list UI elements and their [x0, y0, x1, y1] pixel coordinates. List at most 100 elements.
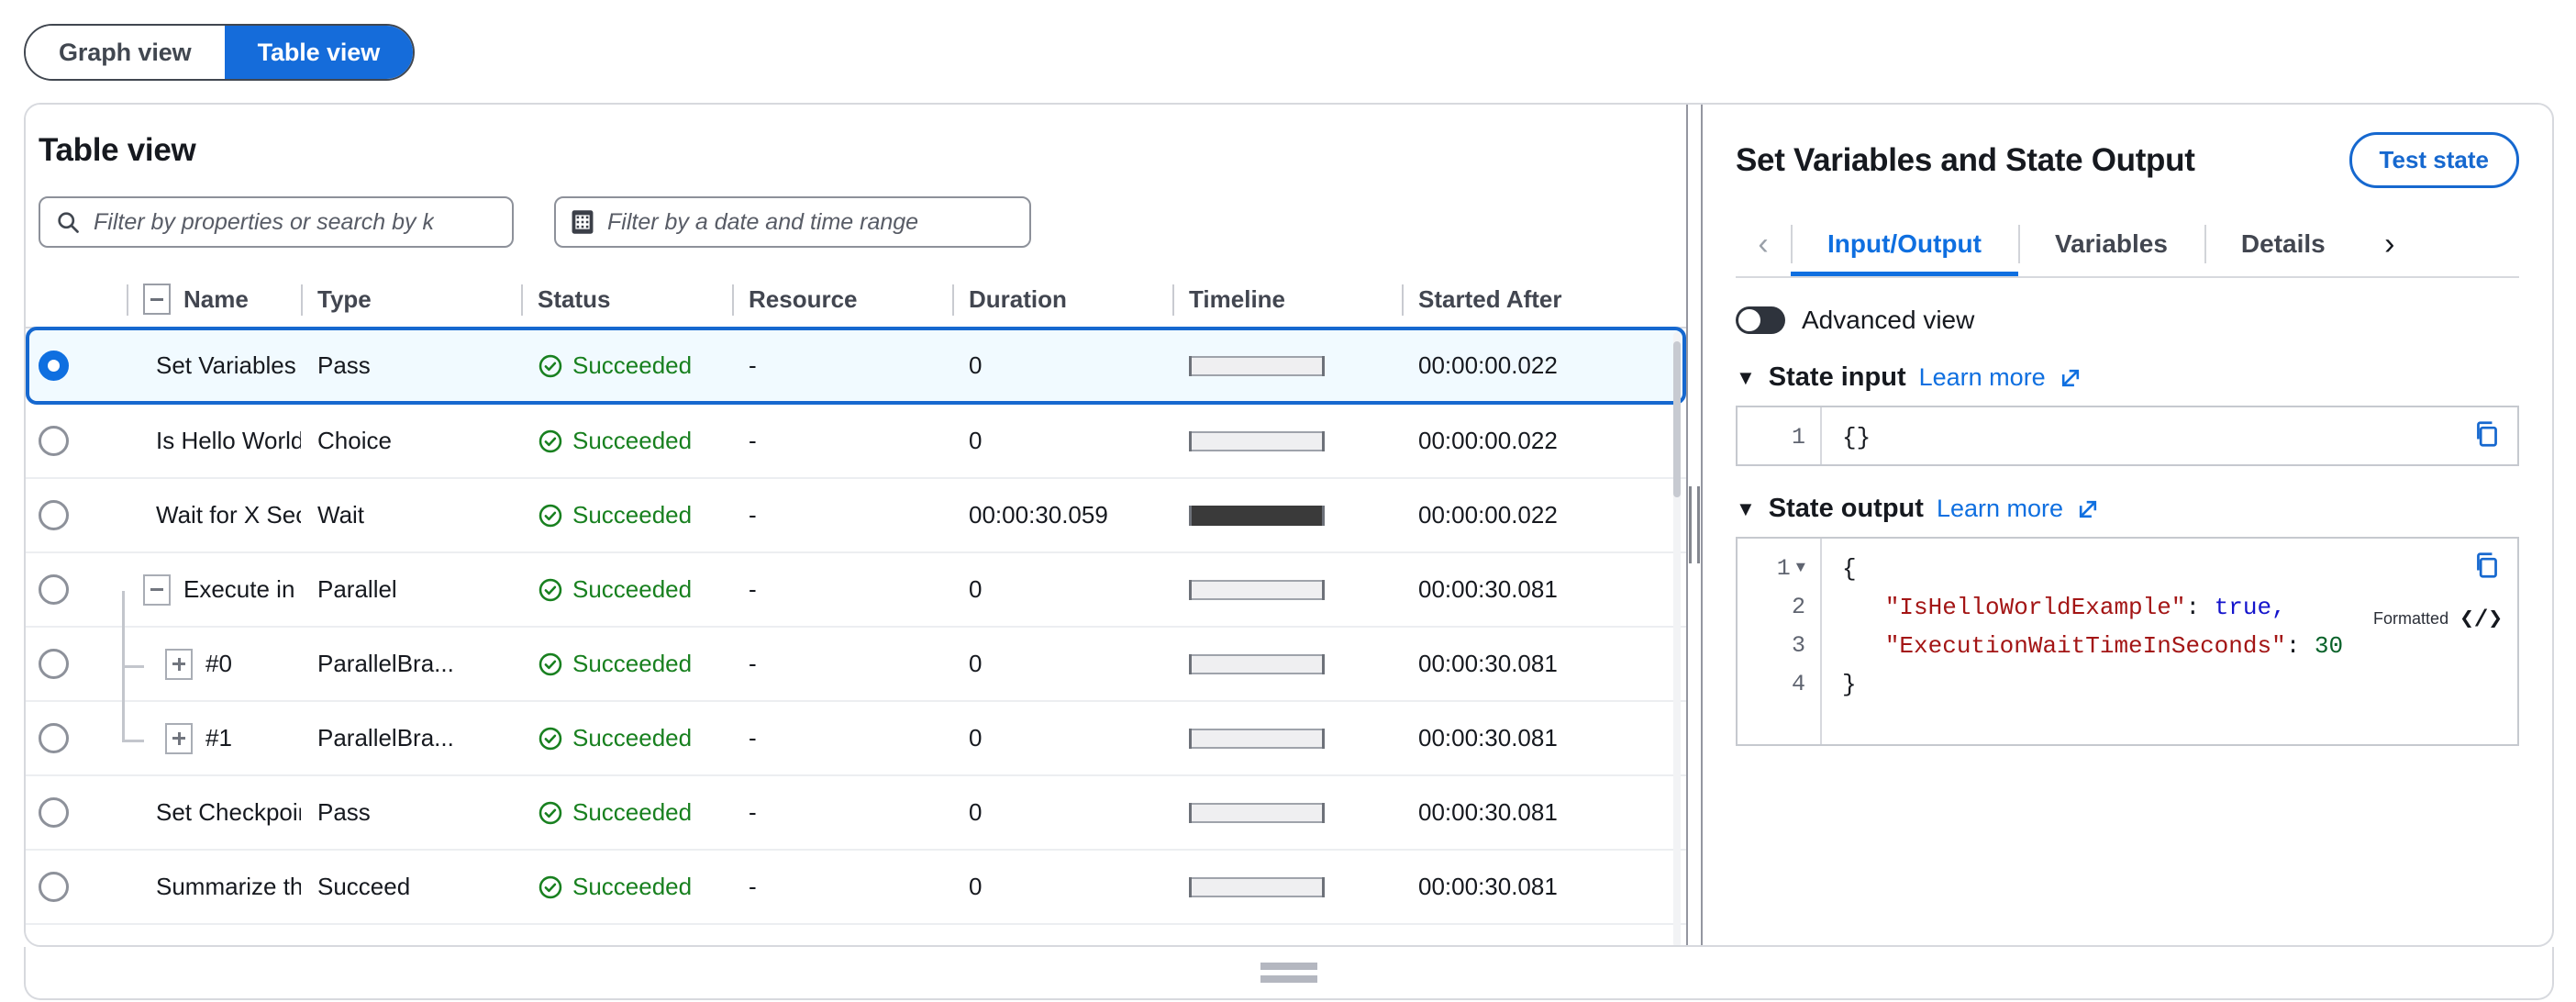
success-check-icon [538, 651, 563, 677]
row-radio-button[interactable] [39, 872, 69, 902]
formatted-toggle-row[interactable]: Formatted ❮/❯ [2373, 605, 2503, 633]
test-state-button[interactable]: Test state [2348, 132, 2519, 188]
timeline-tick-end [1322, 876, 1325, 897]
row-expand-icon[interactable] [165, 722, 193, 754]
state-output-learn-more-link[interactable]: Learn more [1937, 495, 2063, 523]
column-header-timeline[interactable]: Timeline [1172, 272, 1402, 327]
copy-icon[interactable] [2473, 551, 2501, 586]
timeline-tick-start [1189, 430, 1192, 451]
table-row[interactable]: Set Checkpoint Pass Succeeded - 0 00:00:30.08… [26, 776, 1686, 851]
row-select-cell[interactable] [39, 702, 127, 774]
timeline-bar [1189, 653, 1377, 674]
view-mode-toggle[interactable]: Graph view Table view [24, 24, 416, 81]
table-header-row: Name Type Status Resource Duration Timel… [26, 272, 1686, 328]
table-row[interactable]: #0 ParallelBra... Succeeded - 0 00:00:30.081 [26, 628, 1686, 702]
row-collapse-icon[interactable] [143, 573, 171, 606]
row-timeline-cell [1172, 628, 1402, 700]
row-resource-cell: - [749, 427, 757, 454]
row-select-cell[interactable] [39, 553, 127, 626]
row-expand-icon[interactable] [165, 648, 193, 680]
row-select-cell[interactable] [39, 479, 127, 551]
advanced-view-toggle[interactable] [1736, 306, 1785, 334]
timeline-bar-fill [1189, 728, 1325, 749]
status-badge: Succeeded [538, 873, 692, 901]
formatted-label: Formatted [2373, 609, 2449, 628]
row-tree: Is Hello World E [143, 405, 301, 477]
state-output-code[interactable]: { "IsHelloWorldExample": true, "Executio… [1822, 539, 2517, 744]
external-link-icon[interactable] [2059, 366, 2082, 390]
json-key: "IsHelloWorldExample" [1884, 594, 2186, 621]
external-link-icon[interactable] [2076, 497, 2100, 521]
table-row[interactable]: #1 ParallelBra... Succeeded - 0 00:00:30.081 [26, 702, 1686, 776]
row-radio-button[interactable] [39, 574, 69, 605]
column-header-resource[interactable]: Resource [732, 272, 952, 327]
column-header-status[interactable]: Status [521, 272, 732, 327]
panel-resize-handle[interactable] [1686, 105, 1703, 945]
row-duration-cell: 00:00:30.059 [969, 501, 1108, 529]
row-resource-cell: - [749, 351, 757, 379]
row-radio-button[interactable] [39, 723, 69, 753]
row-select-cell[interactable] [39, 405, 127, 477]
state-output-code-box[interactable]: 1 ▼ 2 3 4 { "IsHelloWorldExample": true, … [1736, 537, 2519, 746]
tree-connector-elbow [122, 739, 144, 742]
row-resource-cell: - [749, 501, 757, 529]
row-radio-button[interactable] [39, 500, 69, 530]
row-radio-button[interactable] [39, 351, 69, 381]
fold-icon[interactable]: ▼ [1796, 550, 1805, 588]
row-name-label: #1 [205, 724, 232, 752]
row-select-cell[interactable] [39, 628, 127, 700]
table-row[interactable]: Set Variables ar Pass Succeeded - 0 00:00:00.… [26, 327, 1686, 405]
tab-details[interactable]: Details [2204, 212, 2362, 276]
copy-icon[interactable] [2473, 420, 2501, 455]
calendar-icon [571, 209, 594, 235]
row-resource-cell: - [749, 724, 757, 752]
chevron-down-icon[interactable]: ▼ [1736, 497, 1756, 521]
row-tree: Execute in Para [143, 553, 301, 626]
table-row[interactable]: Execute in Para Parallel Succeeded - 0 00:00:… [26, 553, 1686, 628]
success-check-icon [538, 429, 563, 454]
row-name-label: Wait for X Secor [156, 501, 301, 529]
chevron-down-icon[interactable]: ▼ [1736, 366, 1756, 390]
tab-input-output[interactable]: Input/Output [1791, 212, 2018, 276]
table-row[interactable]: Is Hello World E Choice Succeeded - 0 00:00:0… [26, 405, 1686, 479]
state-input-learn-more-link[interactable]: Learn more [1919, 363, 2046, 392]
state-input-title: State input [1768, 362, 1906, 392]
tab-variables[interactable]: Variables [2017, 212, 2204, 276]
timeline-bar-fill [1189, 876, 1325, 897]
row-radio-button[interactable] [39, 797, 69, 828]
tabs-previous-icon[interactable]: ‹ [1736, 212, 1791, 276]
row-select-cell[interactable] [39, 851, 127, 923]
scrollbar-thumb[interactable] [1673, 341, 1681, 497]
code-brackets-icon[interactable]: ❮/❯ [2459, 605, 2503, 633]
table-vertical-scrollbar[interactable] [1673, 332, 1681, 945]
column-header-type[interactable]: Type [301, 272, 521, 327]
timeline-bar [1189, 728, 1377, 749]
timeline-bar [1189, 505, 1377, 526]
row-status-cell: Succeeded [521, 553, 732, 626]
graph-view-button[interactable]: Graph view [26, 26, 225, 79]
state-input-code[interactable]: {} [1822, 407, 2517, 464]
row-radio-button[interactable] [39, 426, 69, 456]
state-output-title: State output [1768, 494, 1924, 523]
table-row[interactable]: Wait for X Secor Wait Succeeded - 00:00:30.0… [26, 479, 1686, 553]
success-check-icon [538, 726, 563, 752]
bottom-resize-handle[interactable] [24, 947, 2554, 1000]
timeline-tick-start [1189, 505, 1192, 526]
row-radio-button[interactable] [39, 649, 69, 679]
date-range-input[interactable]: Filter by a date and time range [554, 196, 1031, 248]
line-number: 3 [1791, 632, 1805, 659]
search-input[interactable]: Filter by properties or search by k [39, 196, 514, 248]
advanced-view-row: Advanced view [1736, 306, 2519, 335]
row-select-cell[interactable] [39, 330, 127, 401]
row-started-after-cell: 00:00:00.022 [1418, 427, 1558, 454]
column-header-duration[interactable]: Duration [952, 272, 1172, 327]
row-select-cell[interactable] [39, 776, 127, 849]
row-timeline-cell [1172, 851, 1402, 923]
state-input-code-box[interactable]: 1 {} [1736, 406, 2519, 466]
table-view-button[interactable]: Table view [224, 26, 414, 79]
column-header-started-after[interactable]: Started After [1402, 272, 1677, 327]
collapse-all-icon[interactable] [143, 284, 171, 315]
table-row[interactable]: Summarize the Succeed Succeeded - 0 00:00:30.… [26, 851, 1686, 925]
tabs-next-icon[interactable]: › [2362, 212, 2417, 276]
status-label: Succeeded [572, 724, 693, 752]
